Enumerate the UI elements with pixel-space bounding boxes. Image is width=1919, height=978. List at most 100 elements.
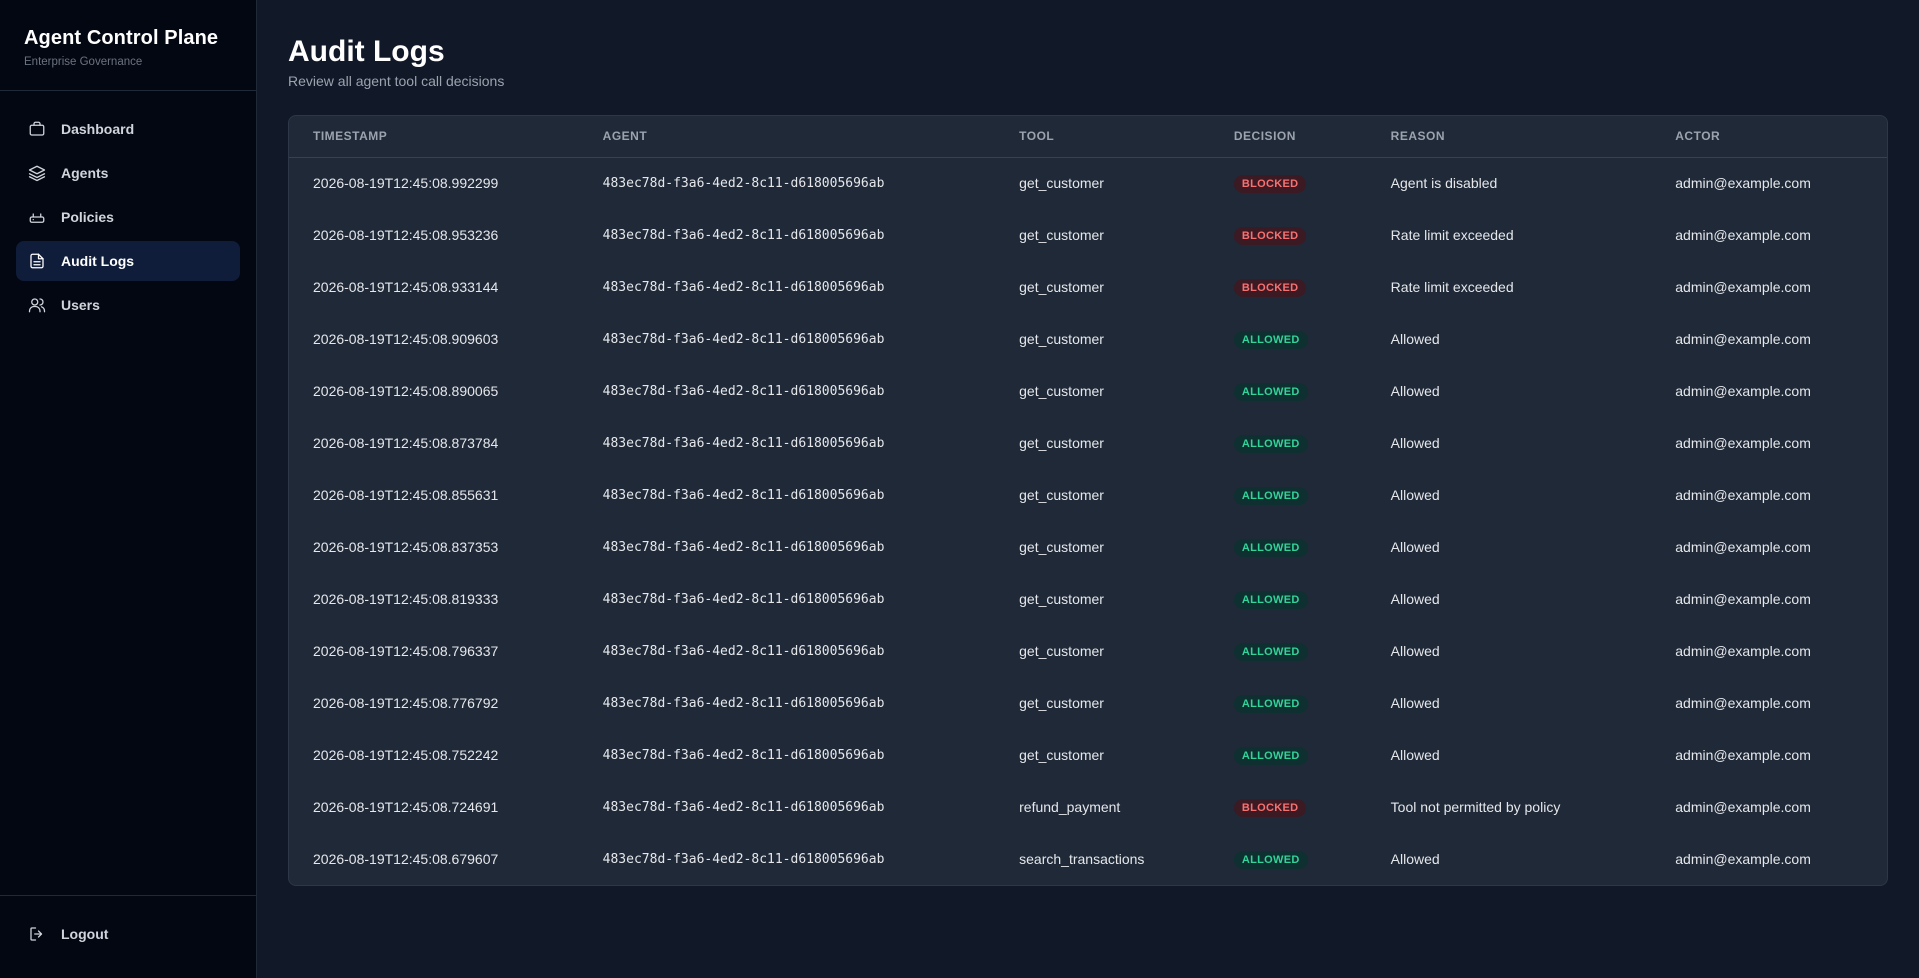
- tool-cell: get_customer: [1019, 175, 1104, 192]
- table-row[interactable]: 2026-08-19T12:45:08.837353 483ec78d-f3a6-…: [289, 521, 1887, 573]
- agent-id-cell: 483ec78d-f3a6-4ed2-8c11-d618005696ab: [602, 435, 885, 451]
- sidebar-item-label: Dashboard: [61, 121, 135, 137]
- agent-id-cell: 483ec78d-f3a6-4ed2-8c11-d618005696ab: [602, 331, 885, 347]
- tool-cell: search_transactions: [1019, 851, 1145, 867]
- table-row[interactable]: 2026-08-19T12:45:08.796337 483ec78d-f3a6-…: [289, 625, 1887, 677]
- reason-cell: Allowed: [1390, 747, 1440, 763]
- agent-id-cell: 483ec78d-f3a6-4ed2-8c11-d618005696ab: [602, 799, 885, 815]
- decision-badge: ALLOWED: [1233, 330, 1308, 349]
- timestamp-cell: 2026-08-19T12:45:08.909603: [313, 331, 499, 347]
- agent-id-cell: 483ec78d-f3a6-4ed2-8c11-d618005696ab: [602, 591, 885, 607]
- table-row[interactable]: 2026-08-19T12:45:08.819333 483ec78d-f3a6-…: [289, 573, 1887, 625]
- reason-cell: Agent is disabled: [1390, 175, 1498, 192]
- reason-cell: Allowed: [1390, 383, 1440, 399]
- tool-cell: get_customer: [1019, 227, 1104, 243]
- reason-cell: Allowed: [1390, 539, 1440, 555]
- reason-cell: Allowed: [1390, 643, 1440, 659]
- column-header-actor[interactable]: ACTOR: [1651, 116, 1887, 157]
- column-header-agent[interactable]: AGENT: [579, 116, 995, 157]
- table-row[interactable]: 2026-08-19T12:45:08.909603 483ec78d-f3a6-…: [289, 313, 1887, 365]
- actor-cell: admin@example.com: [1675, 747, 1811, 763]
- column-header-decision[interactable]: DECISION: [1210, 116, 1367, 157]
- sidebar-item-label: Audit Logs: [61, 253, 135, 269]
- agent-id-cell: 483ec78d-f3a6-4ed2-8c11-d618005696ab: [602, 643, 885, 659]
- reason-cell: Allowed: [1390, 695, 1440, 711]
- reason-cell: Rate limit exceeded: [1390, 227, 1514, 243]
- decision-badge: BLOCKED: [1233, 798, 1307, 817]
- timestamp-cell: 2026-08-19T12:45:08.724691: [313, 799, 499, 815]
- sidebar-item-label: Agents: [61, 165, 109, 181]
- decision-badge: BLOCKED: [1233, 226, 1307, 245]
- decision-cell: ALLOWED: [1210, 677, 1367, 729]
- decision-cell: ALLOWED: [1210, 417, 1367, 469]
- agent-id-cell: 483ec78d-f3a6-4ed2-8c11-d618005696ab: [602, 851, 885, 867]
- tool-cell: get_customer: [1019, 331, 1104, 347]
- actor-cell: admin@example.com: [1675, 331, 1811, 347]
- tool-cell: get_customer: [1019, 695, 1104, 711]
- table-row[interactable]: 2026-08-19T12:45:08.873784 483ec78d-f3a6-…: [289, 417, 1887, 469]
- actor-cell: admin@example.com: [1675, 799, 1811, 815]
- table-row[interactable]: 2026-08-19T12:45:08.679607 483ec78d-f3a6-…: [289, 833, 1887, 885]
- reason-cell: Allowed: [1390, 487, 1440, 503]
- actor-cell: admin@example.com: [1675, 227, 1811, 243]
- timestamp-cell: 2026-08-19T12:45:08.819333: [313, 591, 499, 607]
- timestamp-cell: 2026-08-19T12:45:08.796337: [313, 643, 499, 659]
- actor-cell: admin@example.com: [1675, 435, 1811, 451]
- actor-cell: admin@example.com: [1675, 643, 1811, 659]
- decision-cell: ALLOWED: [1210, 625, 1367, 677]
- decision-badge: BLOCKED: [1233, 278, 1307, 297]
- decision-badge: ALLOWED: [1233, 486, 1308, 505]
- decision-badge: ALLOWED: [1233, 642, 1308, 661]
- decision-badge: ALLOWED: [1233, 382, 1308, 401]
- agent-id-cell: 483ec78d-f3a6-4ed2-8c11-d618005696ab: [602, 747, 885, 763]
- table-row[interactable]: 2026-08-19T12:45:08.855631 483ec78d-f3a6-…: [289, 469, 1887, 521]
- sidebar-item-dashboard[interactable]: Dashboard: [16, 109, 240, 149]
- audit-log-table: TIMESTAMP AGENT TOOL DECISION REASON ACT…: [289, 116, 1887, 885]
- decision-badge: ALLOWED: [1233, 850, 1308, 869]
- table-row[interactable]: 2026-08-19T12:45:08.953236 483ec78d-f3a6-…: [289, 209, 1887, 261]
- decision-badge: ALLOWED: [1233, 538, 1308, 557]
- decision-cell: ALLOWED: [1210, 573, 1367, 625]
- actor-cell: admin@example.com: [1675, 487, 1811, 503]
- column-header-reason[interactable]: REASON: [1367, 116, 1652, 157]
- column-header-tool[interactable]: TOOL: [995, 116, 1210, 157]
- table-row[interactable]: 2026-08-19T12:45:08.890065 483ec78d-f3a6-…: [289, 365, 1887, 417]
- timestamp-cell: 2026-08-19T12:45:08.873784: [313, 435, 499, 451]
- agent-id-cell: 483ec78d-f3a6-4ed2-8c11-d618005696ab: [602, 539, 885, 555]
- actor-cell: admin@example.com: [1675, 695, 1811, 711]
- page-title: Audit Logs: [288, 35, 445, 68]
- timestamp-cell: 2026-08-19T12:45:08.837353: [313, 539, 499, 555]
- file-text-icon: [28, 252, 46, 270]
- actor-cell: admin@example.com: [1675, 383, 1811, 399]
- table-row[interactable]: 2026-08-19T12:45:08.776792 483ec78d-f3a6-…: [289, 677, 1887, 729]
- briefcase-icon: [28, 120, 46, 138]
- table-header-row: TIMESTAMP AGENT TOOL DECISION REASON ACT…: [289, 116, 1887, 157]
- actor-cell: admin@example.com: [1675, 851, 1811, 867]
- logout-button[interactable]: Logout: [16, 914, 240, 954]
- column-header-timestamp[interactable]: TIMESTAMP: [289, 116, 579, 157]
- table-row[interactable]: 2026-08-19T12:45:08.933144 483ec78d-f3a6-…: [289, 261, 1887, 313]
- table-row[interactable]: 2026-08-19T12:45:08.992299 483ec78d-f3a6-…: [289, 157, 1887, 209]
- decision-cell: BLOCKED: [1210, 261, 1367, 313]
- actor-cell: admin@example.com: [1675, 539, 1811, 555]
- sidebar-item-policies[interactable]: Policies: [16, 197, 240, 237]
- page-subtitle: Review all agent tool call decisions: [288, 73, 505, 89]
- tool-cell: refund_payment: [1019, 799, 1121, 815]
- users-icon: [28, 296, 46, 314]
- table-row[interactable]: 2026-08-19T12:45:08.752242 483ec78d-f3a6-…: [289, 729, 1887, 781]
- sidebar-item-users[interactable]: Users: [16, 285, 240, 325]
- layers-icon: [28, 164, 46, 182]
- tool-cell: get_customer: [1019, 539, 1104, 555]
- decision-badge: ALLOWED: [1233, 590, 1308, 609]
- tool-cell: get_customer: [1019, 643, 1104, 659]
- sidebar-item-agents[interactable]: Agents: [16, 153, 240, 193]
- timestamp-cell: 2026-08-19T12:45:08.679607: [313, 851, 499, 867]
- logout-icon: [28, 925, 46, 943]
- reason-cell: Allowed: [1390, 435, 1440, 451]
- actor-cell: admin@example.com: [1675, 175, 1811, 192]
- logout-label: Logout: [61, 926, 109, 942]
- decision-badge: ALLOWED: [1233, 434, 1308, 453]
- decision-badge: ALLOWED: [1233, 694, 1308, 713]
- table-row[interactable]: 2026-08-19T12:45:08.724691 483ec78d-f3a6-…: [289, 781, 1887, 833]
- sidebar-item-audit-logs[interactable]: Audit Logs: [16, 241, 240, 281]
